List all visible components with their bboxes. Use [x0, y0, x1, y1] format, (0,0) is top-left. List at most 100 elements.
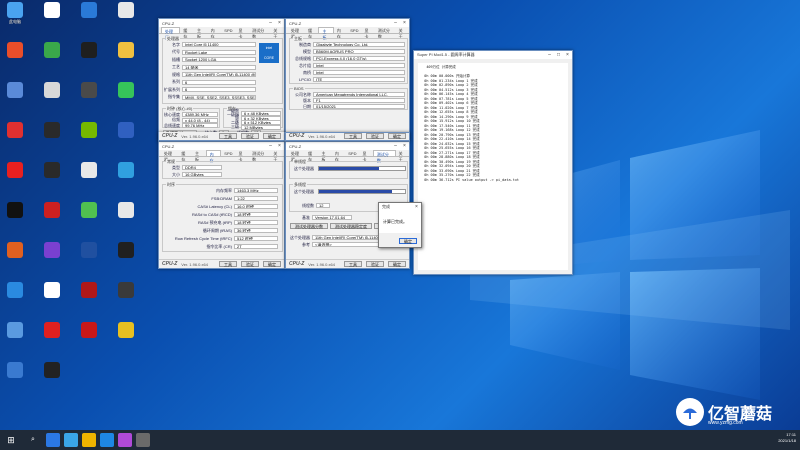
desktop-icon[interactable]: [39, 202, 65, 232]
minimize-icon[interactable]: –: [391, 143, 400, 149]
bench-cpu-button[interactable]: 测试处理器分数: [290, 222, 328, 229]
desktop-icon[interactable]: [2, 82, 28, 112]
desktop-icon[interactable]: [76, 162, 102, 192]
close-icon[interactable]: ×: [275, 20, 284, 26]
search-icon[interactable]: ⌕: [22, 436, 44, 444]
tab-2[interactable]: 主板: [318, 27, 334, 40]
desktop-icon[interactable]: [113, 202, 139, 232]
dialog-ok-button[interactable]: 确定: [399, 238, 417, 244]
tab-3[interactable]: 内存: [334, 27, 347, 39]
minimize-icon[interactable]: –: [391, 20, 400, 26]
desktop-icon[interactable]: [39, 82, 65, 112]
ok-button[interactable]: 确定: [388, 261, 406, 267]
desktop-icon[interactable]: [113, 322, 139, 352]
desktop-icon[interactable]: [39, 282, 65, 312]
superpi-window[interactable]: Super PI Mod1.5 - 圆周率计算器 – □ × 409万位 计算完…: [413, 50, 573, 275]
tab-5[interactable]: 显卡: [236, 150, 250, 162]
cpuz-mainboard-window[interactable]: CPU-Z – × 处理器缓存主板内存SPD显卡测试分数关于 主板 制造商Gig…: [285, 18, 410, 141]
desktop-icon[interactable]: [76, 322, 102, 352]
stress-cpu-button[interactable]: 测试处理器稳定度: [330, 222, 372, 229]
desktop-icon[interactable]: [76, 242, 102, 272]
desktop-icon[interactable]: [76, 42, 102, 72]
desktop-icon[interactable]: [76, 82, 102, 112]
taskbar-app-icon[interactable]: [82, 433, 96, 447]
desktop-icon[interactable]: [113, 122, 139, 152]
system-clock[interactable]: 17:11 2021/1/18: [778, 432, 796, 444]
desktop-icon[interactable]: [2, 202, 28, 232]
minimize-icon[interactable]: –: [266, 20, 275, 26]
tab-4[interactable]: SPD: [221, 27, 235, 33]
desktop-icon[interactable]: [113, 2, 139, 32]
desktop-icon[interactable]: [113, 162, 139, 192]
desktop-icon[interactable]: [76, 122, 102, 152]
tab-4[interactable]: SPD: [221, 150, 235, 156]
threads-select[interactable]: 12: [316, 203, 330, 208]
tab-7[interactable]: 关于: [270, 27, 284, 39]
tab-5[interactable]: 显卡: [359, 150, 372, 162]
tab-1[interactable]: 缓存: [305, 27, 318, 39]
desktop-icon[interactable]: [2, 42, 28, 72]
close-icon[interactable]: ×: [412, 204, 421, 210]
desktop-icon[interactable]: [39, 362, 65, 392]
desktop-icon[interactable]: [76, 2, 102, 32]
desktop-icon[interactable]: [76, 202, 102, 232]
taskbar-app-icon[interactable]: [118, 433, 132, 447]
window-titlebar[interactable]: CPU-Z – ×: [159, 142, 284, 150]
desktop-icon[interactable]: [2, 122, 28, 152]
tab-7[interactable]: 关于: [396, 27, 409, 39]
desktop-icon[interactable]: [2, 162, 28, 192]
desktop-icon[interactable]: [2, 282, 28, 312]
tab-4[interactable]: SPD: [345, 150, 359, 156]
tab-7[interactable]: 关于: [396, 150, 409, 162]
desktop-icon[interactable]: [113, 242, 139, 272]
tab-6[interactable]: 测试分数: [249, 150, 270, 162]
desktop-icon[interactable]: [113, 42, 139, 72]
desktop-icon[interactable]: [39, 322, 65, 352]
validate-button[interactable]: 验证: [366, 261, 384, 267]
ok-button[interactable]: 确定: [263, 133, 281, 139]
completion-dialog[interactable]: 完成 × 计算已完成。 确定: [378, 202, 422, 248]
tools-button[interactable]: 工具: [219, 261, 237, 267]
desktop-icon[interactable]: [113, 282, 139, 312]
taskbar-app-icon[interactable]: [46, 433, 60, 447]
tab-3[interactable]: 内存: [332, 150, 345, 162]
close-icon[interactable]: ×: [400, 20, 409, 26]
tab-5[interactable]: 显卡: [361, 27, 374, 39]
tab-1[interactable]: 缓存: [178, 150, 192, 162]
tab-2[interactable]: 主板: [194, 27, 208, 39]
validate-button[interactable]: 验证: [241, 261, 259, 267]
validate-button[interactable]: 验证: [366, 133, 384, 139]
tab-6[interactable]: 测试分数: [375, 27, 396, 39]
tab-1[interactable]: 缓存: [305, 150, 318, 162]
close-icon[interactable]: ×: [275, 143, 284, 149]
ok-button[interactable]: 确定: [263, 261, 281, 267]
window-titlebar[interactable]: Super PI Mod1.5 - 圆周率计算器 – □ ×: [414, 51, 572, 59]
tab-0[interactable]: 处理器: [288, 150, 305, 162]
tab-6[interactable]: 测试分数: [249, 27, 270, 39]
tab-4[interactable]: SPD: [347, 27, 361, 33]
desktop-icon[interactable]: [39, 122, 65, 152]
tab-5[interactable]: 显卡: [236, 27, 250, 39]
window-titlebar[interactable]: CPU-Z – ×: [286, 19, 409, 27]
taskbar-app-icon[interactable]: [136, 433, 150, 447]
tab-6[interactable]: 测试分数: [372, 150, 396, 163]
maximize-icon[interactable]: □: [554, 52, 563, 58]
close-icon[interactable]: ×: [563, 52, 572, 58]
window-titlebar[interactable]: CPU-Z – ×: [159, 19, 284, 27]
desktop-icon[interactable]: 此电脑: [2, 2, 28, 32]
tab-0[interactable]: 处理器: [161, 27, 181, 40]
tab-1[interactable]: 缓存: [180, 27, 194, 39]
tools-button[interactable]: 工具: [344, 261, 362, 267]
tab-3[interactable]: 内存: [205, 150, 222, 163]
desktop-icon[interactable]: [2, 242, 28, 272]
start-button[interactable]: ⊞: [0, 435, 22, 446]
ok-button[interactable]: 确定: [388, 133, 406, 139]
tools-button[interactable]: 工具: [219, 133, 237, 139]
desktop-icon[interactable]: [2, 322, 28, 352]
tab-3[interactable]: 内存: [208, 27, 222, 39]
tab-2[interactable]: 主板: [318, 150, 331, 162]
desktop-icon[interactable]: [39, 242, 65, 272]
tab-7[interactable]: 关于: [270, 150, 284, 162]
tab-0[interactable]: 处理器: [161, 150, 178, 162]
tools-button[interactable]: 工具: [344, 133, 362, 139]
